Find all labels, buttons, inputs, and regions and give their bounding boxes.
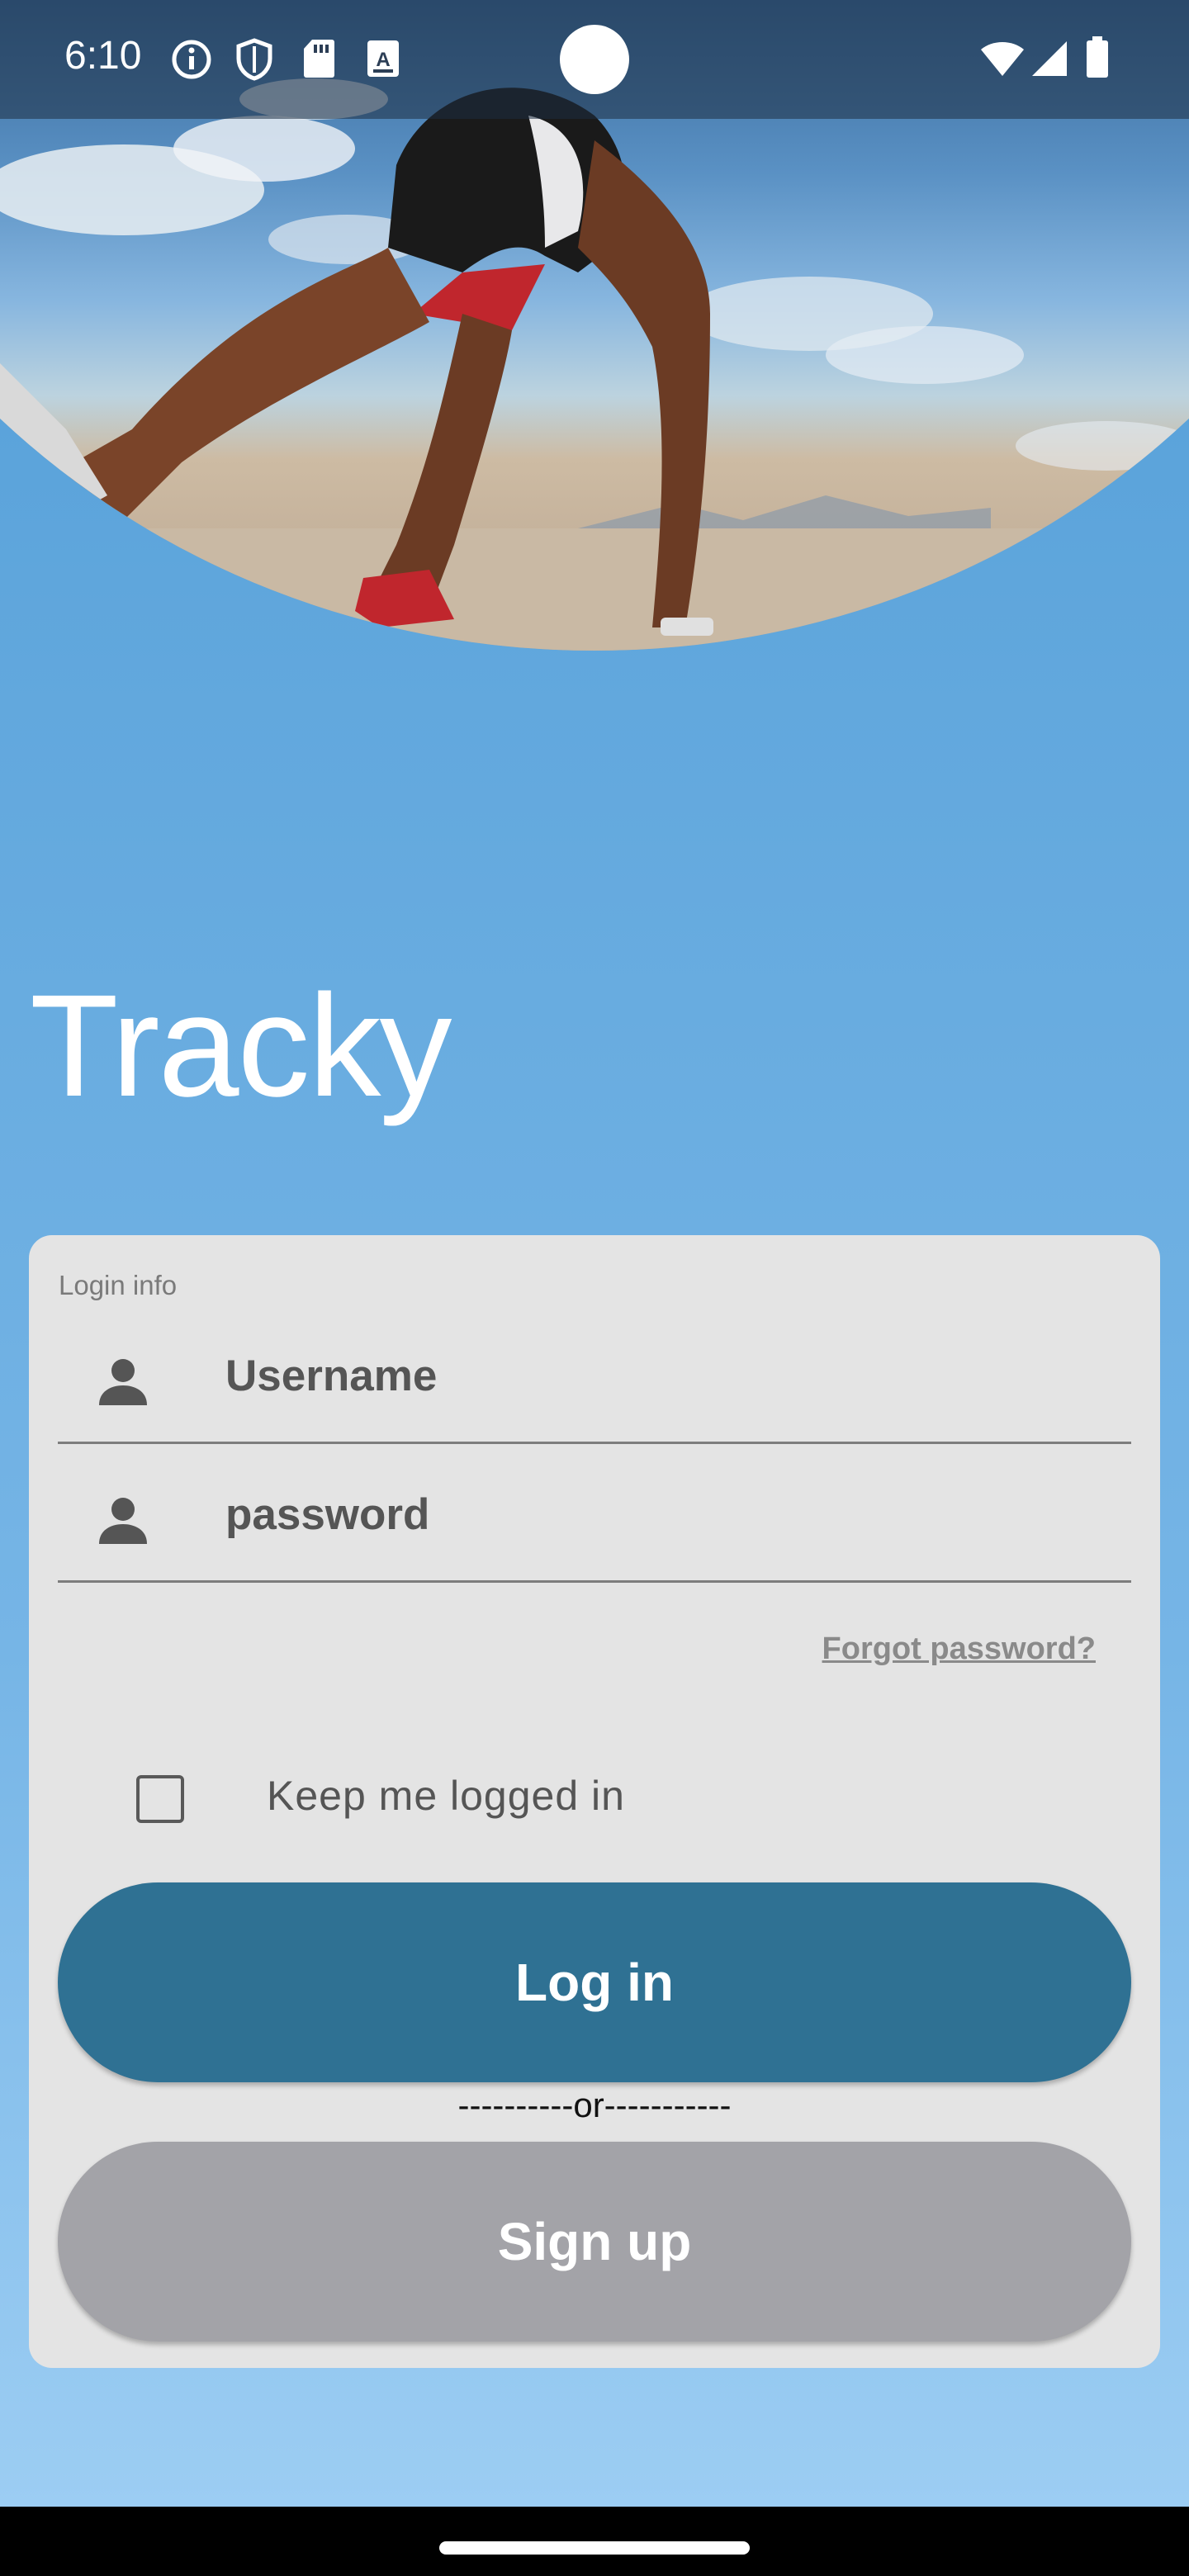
login-button[interactable]: Log in xyxy=(58,1882,1131,2082)
keep-logged-in-checkbox[interactable] xyxy=(136,1775,184,1823)
login-screen: 6:10 A Tracky Login info Username passwo… xyxy=(0,0,1189,2507)
login-card: Login info Username password Forgot pass… xyxy=(29,1235,1160,2368)
shield-icon xyxy=(234,38,274,85)
sd-card-icon xyxy=(302,38,335,83)
card-section-label: Login info xyxy=(59,1270,178,1300)
navigation-bar xyxy=(0,2507,1189,2576)
status-time: 6:10 xyxy=(64,34,142,78)
info-icon xyxy=(170,38,213,85)
password-placeholder: password xyxy=(225,1490,430,1539)
home-gesture-handle[interactable] xyxy=(439,2541,750,2555)
username-placeholder: Username xyxy=(225,1352,438,1400)
password-field[interactable]: password xyxy=(58,1456,1131,1583)
svg-text:A: A xyxy=(376,49,390,71)
username-field[interactable]: Username xyxy=(58,1318,1131,1444)
signal-icon xyxy=(1030,40,1068,82)
person-icon xyxy=(97,1356,149,1411)
keep-logged-in-label: Keep me logged in xyxy=(267,1773,625,1819)
forgot-password-link[interactable]: Forgot password? xyxy=(822,1631,1096,1667)
text-a-icon: A xyxy=(365,38,401,83)
signup-button[interactable]: Sign up xyxy=(58,2142,1131,2342)
battery-icon xyxy=(1085,36,1110,83)
wifi-icon xyxy=(979,40,1026,82)
or-separator: ----------or----------- xyxy=(457,2086,732,2124)
camera-cutout xyxy=(560,25,629,94)
person-icon xyxy=(97,1494,149,1550)
app-title: Tracky xyxy=(30,965,452,1127)
status-bar: 6:10 A xyxy=(0,0,1189,119)
